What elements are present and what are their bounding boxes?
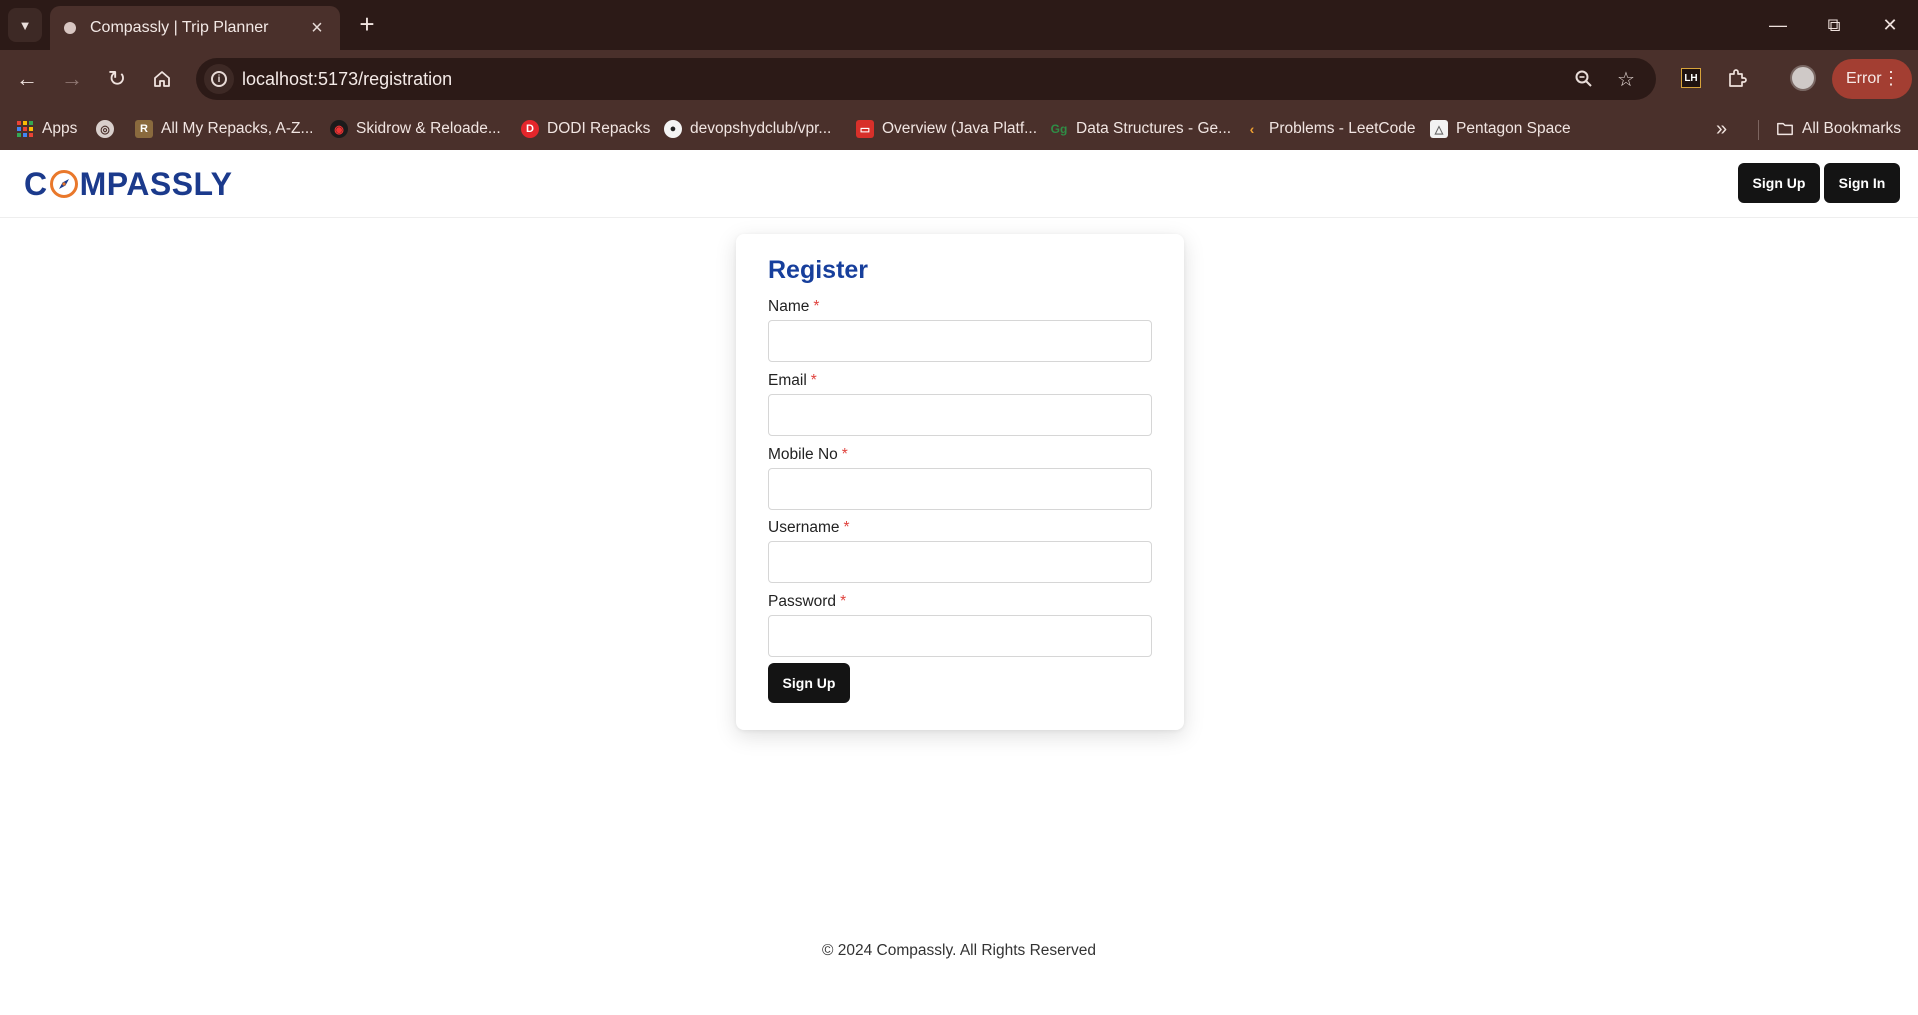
close-icon: ✕ [1882, 14, 1898, 35]
github-icon: ● [664, 120, 682, 138]
restore-button[interactable]: ⧉ [1814, 8, 1854, 42]
name-input[interactable] [768, 319, 1152, 362]
compass-icon [49, 170, 78, 198]
required-asterisk: * [810, 371, 817, 389]
required-asterisk: * [813, 297, 820, 315]
tab-title: Compassly | Trip Planner [90, 19, 269, 36]
repacks-icon: R [135, 120, 153, 138]
logo-text-right: MPASSLY [79, 165, 233, 202]
bookmark-geeksforgeeks[interactable]: Gg Data Structures - Ge... [1050, 116, 1231, 142]
header-signin-button[interactable]: Sign In [1824, 163, 1900, 203]
email-input[interactable] [768, 393, 1152, 436]
minimize-button[interactable]: — [1758, 8, 1798, 42]
oracle-icon: ▭ [856, 120, 874, 138]
zoom-icon[interactable] [1572, 67, 1596, 91]
required-asterisk: * [841, 445, 848, 463]
signup-submit-button[interactable]: Sign Up [768, 663, 850, 703]
password-input[interactable] [768, 615, 1152, 658]
info-icon: i [211, 71, 227, 87]
back-button[interactable]: ← [10, 62, 44, 96]
bookmark-pentagon[interactable]: △ Pentagon Space [1430, 116, 1571, 142]
tab-favicon-icon [64, 22, 76, 34]
star-icon[interactable]: ☆ [1614, 67, 1638, 91]
bookmark-label: Skidrow & Reloade... [356, 120, 501, 137]
bookmark-globe[interactable]: ◎ [96, 116, 122, 142]
close-tab-icon[interactable]: × [306, 17, 328, 40]
site-info-button[interactable]: i [204, 64, 234, 94]
geeksforgeeks-icon: Gg [1050, 122, 1068, 136]
tab-search-button[interactable]: ▼ [8, 8, 42, 42]
bookmark-label: devopshydclub/vpr... [690, 120, 832, 137]
minimize-icon: — [1769, 14, 1787, 35]
bookmark-github[interactable]: ● devopshydclub/vpr... [664, 116, 831, 142]
restore-icon: ⧉ [1827, 14, 1841, 35]
bookmark-apps[interactable]: Apps [16, 116, 77, 142]
arrow-left-icon: ← [16, 66, 38, 91]
register-card: Register Name * Email * Mobile No * Usernam… [736, 234, 1184, 730]
browser-tab-bar: ▼ Compassly | Trip Planner × + — ⧉ ✕ [0, 0, 1918, 50]
mobile-input[interactable] [768, 467, 1152, 510]
bookmark-label: Overview (Java Platf... [882, 120, 1038, 137]
header-signup-button[interactable]: Sign Up [1738, 163, 1820, 203]
reload-icon: ↻ [107, 66, 127, 91]
reload-button[interactable]: ↻ [100, 62, 134, 96]
home-icon [154, 71, 170, 87]
address-bar[interactable]: i localhost:5173/registration ☆ [196, 58, 1656, 100]
globe-icon: ◎ [96, 120, 114, 138]
extensions-puzzle-icon[interactable] [1722, 63, 1752, 93]
bookmark-skidrow[interactable]: ◉ Skidrow & Reloade... [330, 116, 501, 142]
active-tab[interactable]: Compassly | Trip Planner × [50, 6, 340, 50]
more-bookmarks-chevron-icon[interactable]: » [1716, 118, 1727, 141]
browser-toolbar: ← → ↻ i localhost:5173/registration ☆ LH… [0, 50, 1918, 108]
compassly-logo[interactable]: C MPASSLY [24, 164, 232, 204]
bookmark-label: DODI Repacks [547, 120, 651, 137]
username-input[interactable] [768, 541, 1152, 584]
pentagon-icon: △ [1430, 120, 1448, 138]
bookmarks-bar: Apps ◎ R All My Repacks, A-Z... ◉ Skidro… [0, 108, 1918, 150]
bookmark-repacks[interactable]: R All My Repacks, A-Z... [135, 116, 313, 142]
home-button[interactable] [145, 62, 179, 96]
footer-copyright: © 2024 Compassly. All Rights Reserved [822, 942, 1096, 959]
url-text[interactable]: localhost:5173/registration [242, 69, 452, 90]
plus-icon: + [359, 9, 375, 39]
all-bookmarks-label: All Bookmarks [1802, 120, 1902, 137]
profile-avatar[interactable] [1790, 65, 1816, 91]
error-label: Error [1846, 70, 1882, 87]
all-bookmarks-button[interactable]: All Bookmarks [1776, 116, 1901, 142]
bookmark-label: Apps [42, 120, 78, 137]
logo-text-left: C [24, 165, 48, 202]
chevron-down-icon: ▼ [18, 17, 32, 33]
password-label: Password * [768, 593, 847, 611]
skidrow-icon: ◉ [330, 120, 348, 138]
bookmark-leetcode[interactable]: ‹ Problems - LeetCode [1243, 116, 1416, 142]
page-content: C MPASSLY Sign Up Sign In Register Name *… [0, 150, 1918, 1015]
dodi-icon: D [521, 120, 539, 138]
username-label: Username * [768, 519, 850, 537]
bookmark-label: Pentagon Space [1456, 120, 1571, 137]
bookmarks-divider [1758, 120, 1759, 140]
name-label: Name * [768, 297, 820, 315]
arrow-right-icon: → [61, 66, 83, 91]
profile-error-button[interactable]: Error ⋮ [1832, 59, 1912, 99]
bookmark-oracle[interactable]: ▭ Overview (Java Platf... [856, 116, 1037, 142]
site-header: C MPASSLY Sign Up Sign In [0, 150, 1918, 218]
required-asterisk: * [840, 593, 847, 611]
apps-grid-icon [16, 120, 34, 138]
bookmark-label: Problems - LeetCode [1269, 120, 1416, 137]
email-label: Email * [768, 371, 817, 389]
register-title: Register [768, 256, 869, 284]
bookmark-label: Data Structures - Ge... [1076, 120, 1232, 137]
bookmark-dodi[interactable]: D DODI Repacks [521, 116, 650, 142]
more-vertical-icon: ⋮ [1882, 68, 1900, 88]
folder-icon [1777, 122, 1793, 136]
new-tab-button[interactable]: + [352, 10, 382, 40]
bookmark-label: All My Repacks, A-Z... [161, 120, 314, 137]
close-window-button[interactable]: ✕ [1870, 8, 1910, 42]
required-asterisk: * [843, 519, 850, 537]
lighthouse-extension-icon[interactable]: LH [1676, 63, 1706, 93]
leetcode-icon: ‹ [1249, 121, 1255, 137]
mobile-label: Mobile No * [768, 445, 848, 463]
forward-button[interactable]: → [55, 62, 89, 96]
